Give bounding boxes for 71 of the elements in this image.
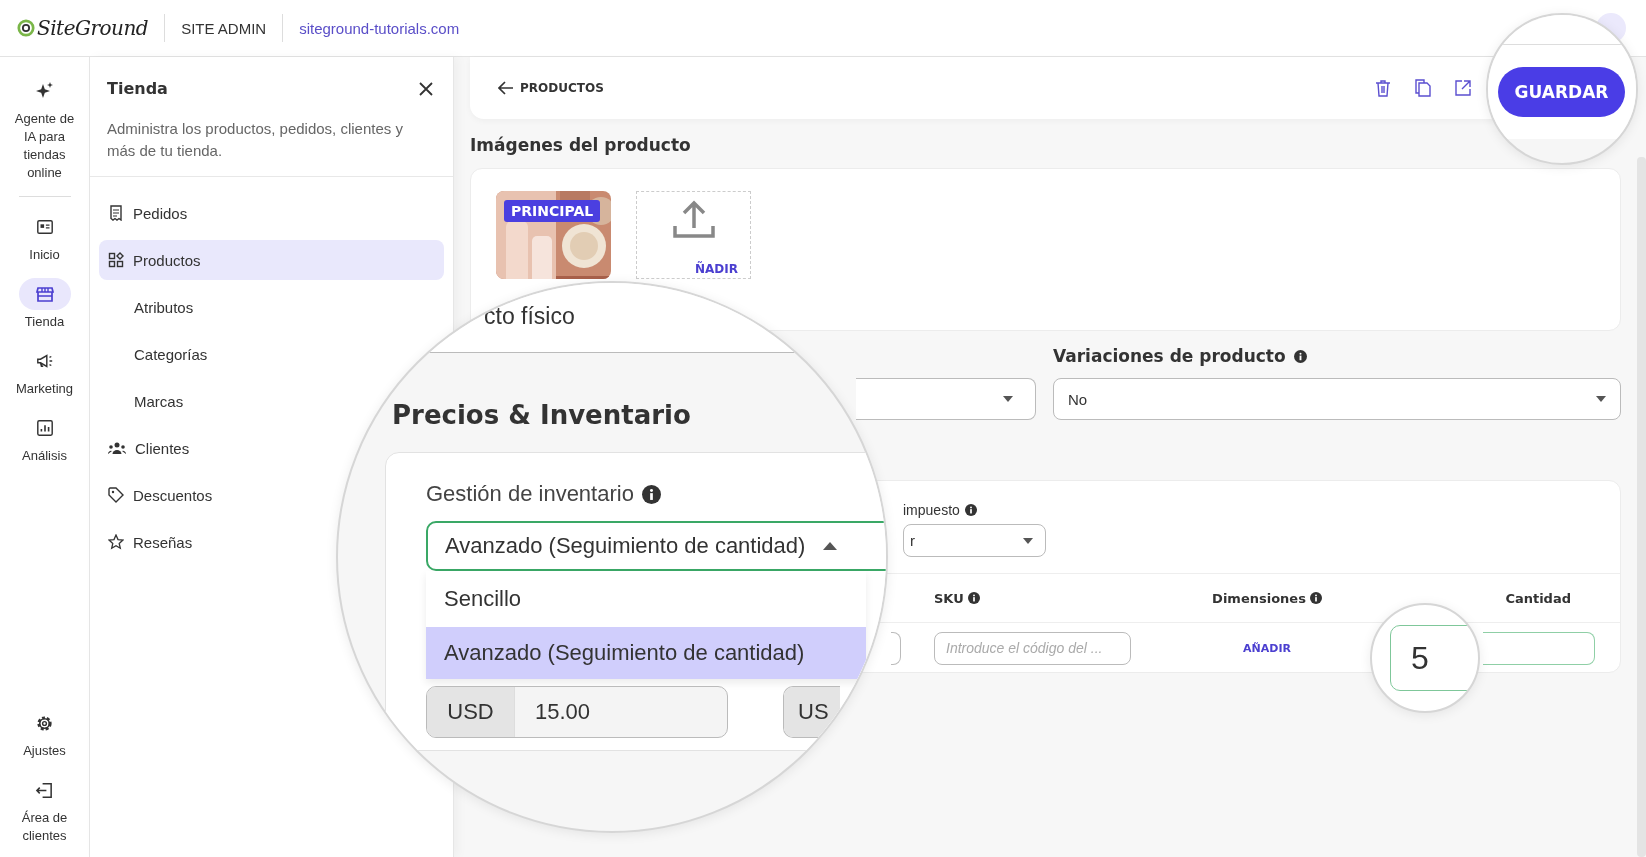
dropdown-option[interactable]: Sencillo (426, 571, 866, 627)
quantity-input[interactable] (1483, 631, 1595, 665)
grid-icon (108, 252, 124, 268)
panel-item[interactable]: Pedidos (99, 193, 196, 233)
domain-link[interactable]: siteground-tutorials.com (299, 19, 460, 37)
price-input[interactable]: USD 15.00 (426, 686, 728, 738)
store-icon (34, 284, 55, 304)
close-icon[interactable] (419, 81, 433, 96)
megaphone-icon (35, 352, 54, 370)
panel-subitem[interactable]: Atributos (99, 287, 202, 327)
external-link-icon[interactable] (1455, 80, 1471, 96)
section-title: Precios & Inventario (392, 399, 692, 432)
panel-item[interactable]: Reseñas (99, 522, 201, 562)
info-icon[interactable] (1293, 349, 1307, 363)
info-icon[interactable] (964, 504, 977, 516)
copy-icon[interactable] (1415, 79, 1431, 97)
caret-icon (1003, 396, 1013, 402)
variations-select[interactable]: No (1053, 378, 1621, 420)
tax-select[interactable]: r (903, 524, 1046, 557)
sku-input[interactable]: Introduce el código del ... (934, 631, 1131, 665)
rail-item[interactable]: Inicio (8, 211, 81, 264)
panel-subitem[interactable]: Marcas (99, 381, 192, 421)
section-title: Imágenes del producto (470, 135, 692, 155)
panel-item[interactable]: Clientes (99, 428, 198, 468)
rail-item[interactable]: Marketing (8, 345, 81, 398)
back-link[interactable]: PRODUCTOS (498, 81, 604, 95)
rail-item[interactable]: Agente de IA para tiendas online (8, 75, 81, 182)
dropdown-option[interactable]: Avanzado (Seguimiento de cantidad) (426, 627, 866, 679)
panel-item[interactable]: Descuentos (99, 475, 221, 515)
caret-icon (1023, 537, 1033, 544)
inventory-label: Gestión de inventario (426, 480, 634, 508)
panel-description: Administra los productos, pedidos, clientes y más de tu tienda. (107, 119, 404, 161)
column-header: Cantidad (1505, 590, 1571, 606)
inventory-select[interactable]: Avanzado (Seguimiento de cantidad) (426, 521, 886, 571)
upload-icon (671, 200, 716, 240)
people-icon (108, 441, 126, 455)
column-header: Dimensiones (1212, 590, 1306, 606)
newspaper-icon (35, 218, 54, 236)
column-header: SKU (934, 590, 964, 606)
rail-item[interactable]: Área de clientes (8, 774, 81, 845)
exit-icon (35, 780, 54, 800)
product-type-value: cto físico (484, 303, 575, 329)
receipt-icon (108, 205, 124, 221)
logo[interactable]: SiteGround (37, 16, 149, 40)
rail-item[interactable]: Ajustes (8, 707, 81, 760)
info-icon[interactable] (641, 484, 661, 504)
main-image-badge: PRINCIPAL (504, 200, 601, 222)
rail-item[interactable]: Análisis (8, 412, 81, 465)
caret-up-icon (823, 542, 838, 550)
save-button[interactable]: GUARDAR (1498, 67, 1625, 117)
star-icon (108, 534, 124, 550)
caret-icon (1596, 396, 1606, 402)
add-dimensions-link[interactable]: AÑADIR (1237, 640, 1297, 656)
info-icon[interactable] (967, 592, 980, 604)
rail-item[interactable]: Tienda (8, 278, 81, 331)
logo-icon (17, 19, 35, 37)
back-arrow-icon (498, 81, 514, 95)
trash-icon[interactable] (1375, 79, 1391, 97)
panel-item[interactable]: Productos (99, 240, 444, 280)
panel-subitem[interactable]: Categorías (99, 334, 216, 374)
panel-title: Tienda (107, 79, 168, 98)
upload-box[interactable]: ÑADIR (636, 191, 751, 279)
variations-label: Variaciones de producto (1053, 346, 1286, 366)
chart-icon (35, 419, 54, 437)
settings-icon (35, 713, 54, 733)
price-input[interactable]: US (783, 686, 840, 738)
input-field[interactable] (891, 631, 901, 665)
tag-icon (108, 487, 124, 503)
site-admin-label: SITE ADMIN (181, 19, 267, 37)
info-icon[interactable] (1309, 592, 1322, 604)
tax-label: impuesto (903, 502, 960, 518)
